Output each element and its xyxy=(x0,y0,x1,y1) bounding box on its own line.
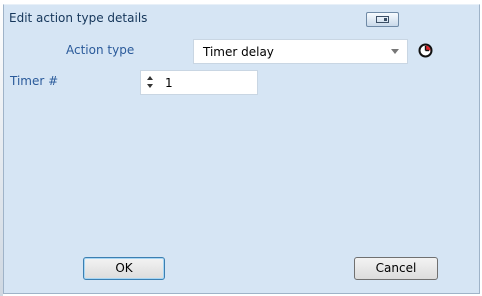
action-type-label: Action type xyxy=(66,43,135,57)
action-type-dropdown[interactable]: Timer delay xyxy=(193,39,408,64)
ok-button[interactable]: OK xyxy=(83,257,165,280)
clock-icon[interactable] xyxy=(418,43,433,58)
spinner-down-icon[interactable] xyxy=(147,84,153,88)
cancel-button[interactable]: Cancel xyxy=(354,257,438,280)
spinner-arrows[interactable] xyxy=(147,75,155,90)
title-bar-window-button[interactable] xyxy=(366,12,399,27)
chevron-down-icon[interactable] xyxy=(391,49,399,54)
restore-window-icon xyxy=(376,16,389,23)
timer-number-value: 1 xyxy=(165,76,173,90)
spinner-up-icon[interactable] xyxy=(147,76,153,80)
action-type-selected-value: Timer delay xyxy=(203,45,274,59)
dialog-title: Edit action type details xyxy=(9,11,148,25)
timer-number-label: Timer # xyxy=(10,74,59,88)
timer-number-spinner[interactable]: 1 xyxy=(140,70,258,95)
